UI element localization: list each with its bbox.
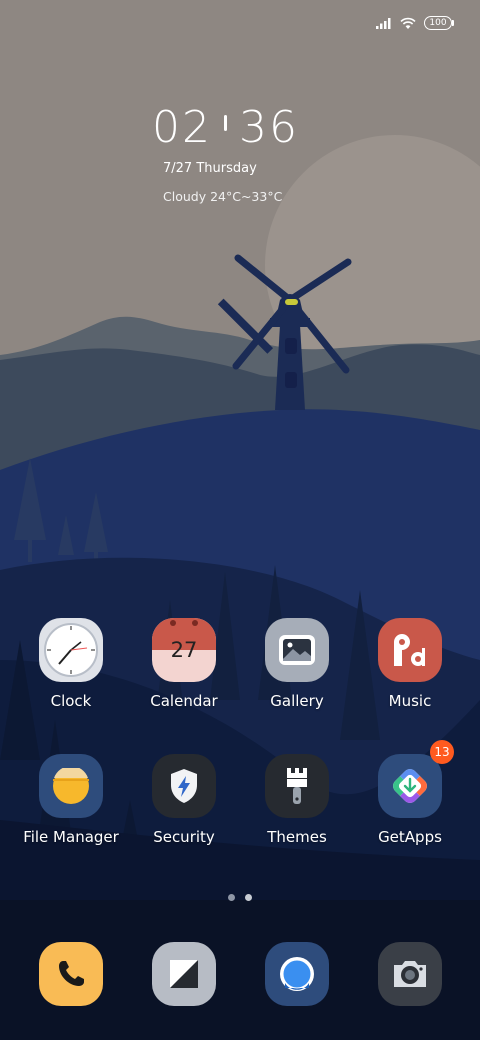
page-dot-active[interactable]	[245, 894, 252, 901]
phone-icon	[39, 942, 103, 1006]
clock-widget[interactable]: 02 36 7/27 Thursday Cloudy 24°C~33°C	[152, 102, 299, 204]
time-display: 02 36	[152, 102, 299, 153]
time-hour: 02	[152, 102, 212, 153]
dock-browser[interactable]	[237, 942, 357, 1006]
clock-icon	[39, 618, 103, 682]
camera-icon	[378, 942, 442, 1006]
getapps-icon: 13	[378, 740, 454, 818]
app-label: Calendar	[150, 692, 218, 710]
wifi-icon	[400, 17, 416, 29]
time-minute: 36	[239, 102, 299, 153]
battery-icon: 100	[424, 16, 454, 30]
gallery-icon	[265, 618, 329, 682]
app-label: Gallery	[270, 692, 324, 710]
app-calendar[interactable]: 27 Calendar	[124, 618, 244, 710]
time-separator	[224, 114, 227, 131]
status-bar: 100	[376, 16, 454, 30]
dock-camera[interactable]	[350, 942, 470, 1006]
folder-icon	[39, 754, 103, 818]
wallpaper	[0, 0, 480, 1040]
app-label: File Manager	[23, 828, 119, 846]
messages-icon	[152, 942, 216, 1006]
battery-level: 100	[429, 18, 447, 28]
app-clock[interactable]: Clock	[11, 618, 131, 710]
app-gallery[interactable]: Gallery	[237, 618, 357, 710]
date-text: 7/27 Thursday	[163, 161, 257, 176]
signal-icon	[376, 18, 391, 29]
app-themes[interactable]: Themes	[237, 754, 357, 846]
app-label: Music	[388, 692, 432, 710]
app-label: Themes	[267, 828, 327, 846]
weather-text: Cloudy 24°C~33°C	[163, 189, 283, 204]
browser-icon	[265, 942, 329, 1006]
app-getapps[interactable]: 13 GetApps	[350, 740, 470, 846]
shield-icon	[152, 754, 216, 818]
dock-phone[interactable]	[11, 942, 131, 1006]
app-label: Clock	[50, 692, 92, 710]
brush-icon	[265, 754, 329, 818]
calendar-icon: 27	[152, 618, 216, 682]
notification-badge: 13	[430, 740, 454, 764]
page-indicator	[0, 894, 480, 901]
page-dot[interactable]	[228, 894, 235, 901]
music-icon	[378, 618, 442, 682]
app-music[interactable]: Music	[350, 618, 470, 710]
calendar-day: 27	[170, 638, 198, 662]
app-label: Security	[153, 828, 215, 846]
app-file-manager[interactable]: File Manager	[11, 754, 131, 846]
app-security[interactable]: Security	[124, 754, 244, 846]
dock-messages[interactable]	[124, 942, 244, 1006]
app-label: GetApps	[378, 828, 442, 846]
